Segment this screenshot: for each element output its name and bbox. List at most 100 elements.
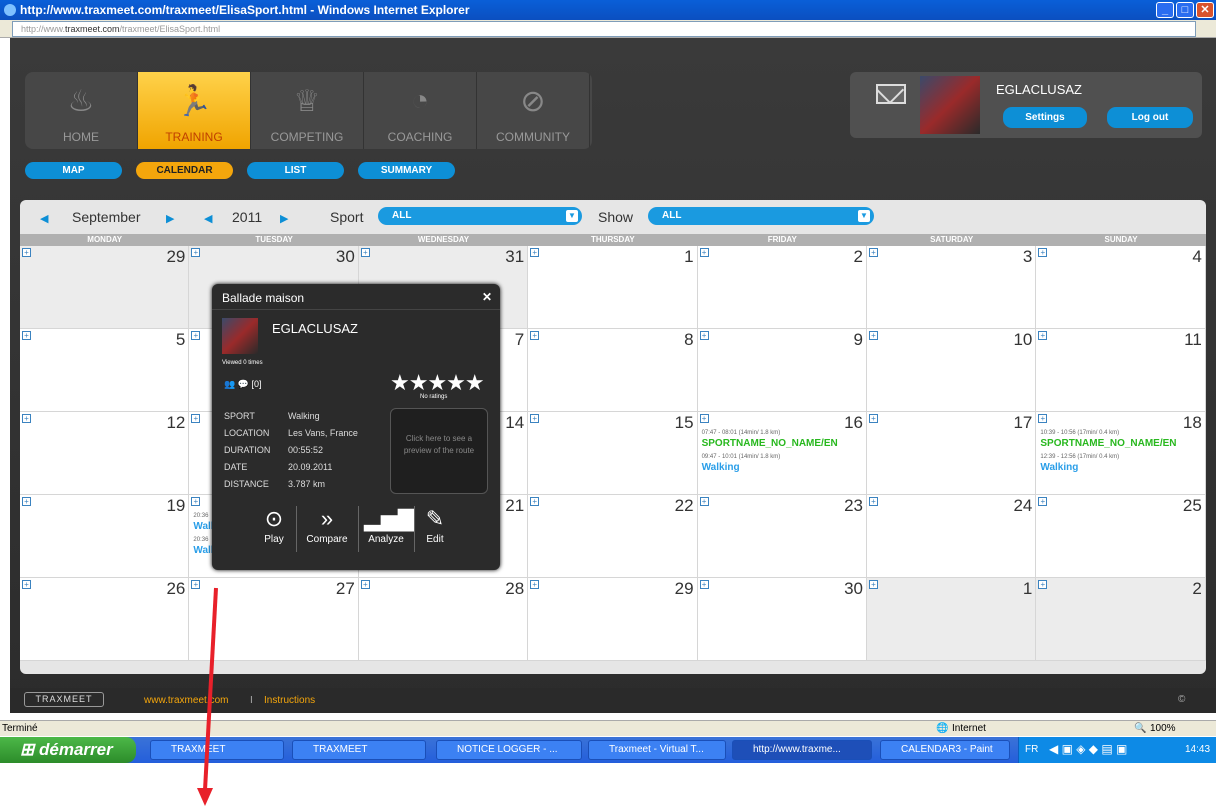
tab-list[interactable]: LIST [247,162,344,179]
close-button[interactable]: ✕ [1196,2,1214,18]
add-activity-icon[interactable]: + [869,497,878,506]
tab-calendar[interactable]: CALENDAR [136,162,233,179]
add-activity-icon[interactable]: + [1038,497,1048,506]
add-activity-icon[interactable]: + [699,497,709,506]
logout-button[interactable]: Log out [1107,107,1193,128]
taskbar-item[interactable]: http://www.traxme... [732,740,872,760]
day-cell[interactable]: +9 [697,329,867,412]
add-activity-icon[interactable]: + [699,331,709,340]
day-cell[interactable]: +26 [20,578,190,661]
add-activity-icon[interactable]: + [22,580,31,589]
day-cell[interactable]: +5 [20,329,190,412]
add-activity-icon[interactable]: + [530,580,540,589]
lang-indicator[interactable]: FR [1025,744,1038,755]
nav-home[interactable]: ♨ HOME [25,72,138,149]
comment-icon[interactable]: 💬 [238,379,249,389]
next-year-arrow[interactable]: ▶ [280,212,288,225]
nav-training[interactable]: 🏃 TRAINING [138,72,251,149]
day-cell[interactable]: +1 [867,578,1037,661]
zoom-icon[interactable]: 🔍 [1134,723,1146,734]
mail-icon[interactable] [876,84,906,104]
taskbar-item[interactable]: TRAXMEET [292,740,426,760]
day-cell[interactable]: +22 [528,495,698,578]
taskbar-item[interactable]: CALENDAR3 - Paint [880,740,1010,760]
address-input[interactable]: http://www.traxmeet.com/traxmeet/ElisaSp… [12,21,1196,37]
add-activity-icon[interactable]: + [699,248,709,257]
taskbar-item[interactable]: NOTICE LOGGER - ... [436,740,582,760]
day-cell[interactable]: +17 [867,412,1037,495]
day-cell[interactable]: +16 07:47 - 08:01 (14min/ 1.8 km) SPORTNAM… [697,412,867,495]
day-cell[interactable]: +8 [528,329,698,412]
day-cell[interactable]: +1 [528,246,698,329]
nav-competing[interactable]: ♕ COMPETING [251,72,364,149]
add-activity-icon[interactable]: + [699,414,709,423]
event-name[interactable]: Walking [702,462,740,473]
add-activity-icon[interactable]: + [191,414,201,423]
maximize-button[interactable]: □ [1176,2,1194,18]
add-activity-icon[interactable]: + [699,580,709,589]
add-activity-icon[interactable]: + [530,497,540,506]
close-icon[interactable]: ✕ [482,290,492,304]
day-cell[interactable]: +27 [189,578,359,661]
friends-icon[interactable]: 👥 [224,379,235,389]
add-activity-icon[interactable]: + [1038,580,1048,589]
event-name[interactable]: SPORTNAME_NO_NAME/EN [702,438,838,449]
add-activity-icon[interactable]: + [22,331,31,340]
day-cell[interactable]: +25 [1036,495,1206,578]
prev-year-arrow[interactable]: ◀ [204,212,212,225]
taskbar-item[interactable]: TRAXMEET [150,740,284,760]
tray-icons[interactable]: ◀ ▣ ◈ ◆ ▤ ▣ [1049,742,1127,756]
day-cell[interactable]: +24 [867,495,1037,578]
edit-button[interactable]: ✎ Edit [420,506,450,545]
zoom-level[interactable]: 100% [1150,723,1176,734]
day-cell[interactable]: +2 [1036,578,1206,661]
minimize-button[interactable]: _ [1156,2,1174,18]
add-activity-icon[interactable]: + [191,331,201,340]
add-activity-icon[interactable]: + [1038,414,1048,423]
tab-summary[interactable]: SUMMARY [358,162,455,179]
analyze-button[interactable]: ▂▅▇ Analyze [364,506,415,545]
add-activity-icon[interactable]: + [869,248,878,257]
add-activity-icon[interactable]: + [530,248,540,257]
add-activity-icon[interactable]: + [22,248,31,257]
route-preview[interactable]: Click here to see a preview of the route [390,408,488,494]
add-activity-icon[interactable]: + [1038,331,1048,340]
add-activity-icon[interactable]: + [869,331,878,340]
add-activity-icon[interactable]: + [191,580,201,589]
nav-community[interactable]: ⊘ COMMUNITY [477,72,590,149]
day-cell[interactable]: +18 10:39 - 10:56 (17min/ 0.4 km) SPORTNAM… [1036,412,1206,495]
sport-select[interactable]: ALL ▼ [378,207,582,225]
show-select[interactable]: ALL ▼ [648,207,874,225]
day-cell[interactable]: +4 [1036,246,1206,329]
compare-button[interactable]: » Compare [302,506,352,545]
day-cell[interactable]: +2 [697,246,867,329]
nav-coaching[interactable]: ◔ COACHING [364,72,477,149]
start-button[interactable]: ⊞ démarrer [0,737,136,763]
day-cell[interactable]: +29 [528,578,698,661]
taskbar-item[interactable]: Traxmeet - Virtual T... [588,740,726,760]
footer-link-instructions[interactable]: Instructions [264,695,315,706]
add-activity-icon[interactable]: + [22,497,31,506]
day-cell[interactable]: +28 [358,578,529,661]
footer-link-site[interactable]: www.traxmeet.com [144,695,228,706]
rating-stars[interactable]: ★★★★★ [390,370,485,396]
add-activity-icon[interactable]: + [22,414,31,423]
add-activity-icon[interactable]: + [360,580,370,589]
day-cell[interactable]: +23 [697,495,867,578]
day-cell[interactable]: +29 [20,246,190,329]
day-cell[interactable]: +15 [528,412,698,495]
add-activity-icon[interactable]: + [360,248,370,257]
event-name[interactable]: Walking [1040,462,1078,473]
settings-button[interactable]: Settings [1003,107,1087,128]
day-cell[interactable]: +3 [867,246,1037,329]
add-activity-icon[interactable]: + [530,331,540,340]
add-activity-icon[interactable]: + [191,248,201,257]
event-name[interactable]: SPORTNAME_NO_NAME/EN [1040,438,1176,449]
next-month-arrow[interactable]: ▶ [166,212,174,225]
add-activity-icon[interactable]: + [191,497,201,506]
add-activity-icon[interactable]: + [869,580,878,589]
day-cell[interactable]: +19 [20,495,190,578]
add-activity-icon[interactable]: + [530,414,540,423]
day-cell[interactable]: +11 [1036,329,1206,412]
day-cell[interactable]: +10 [867,329,1037,412]
